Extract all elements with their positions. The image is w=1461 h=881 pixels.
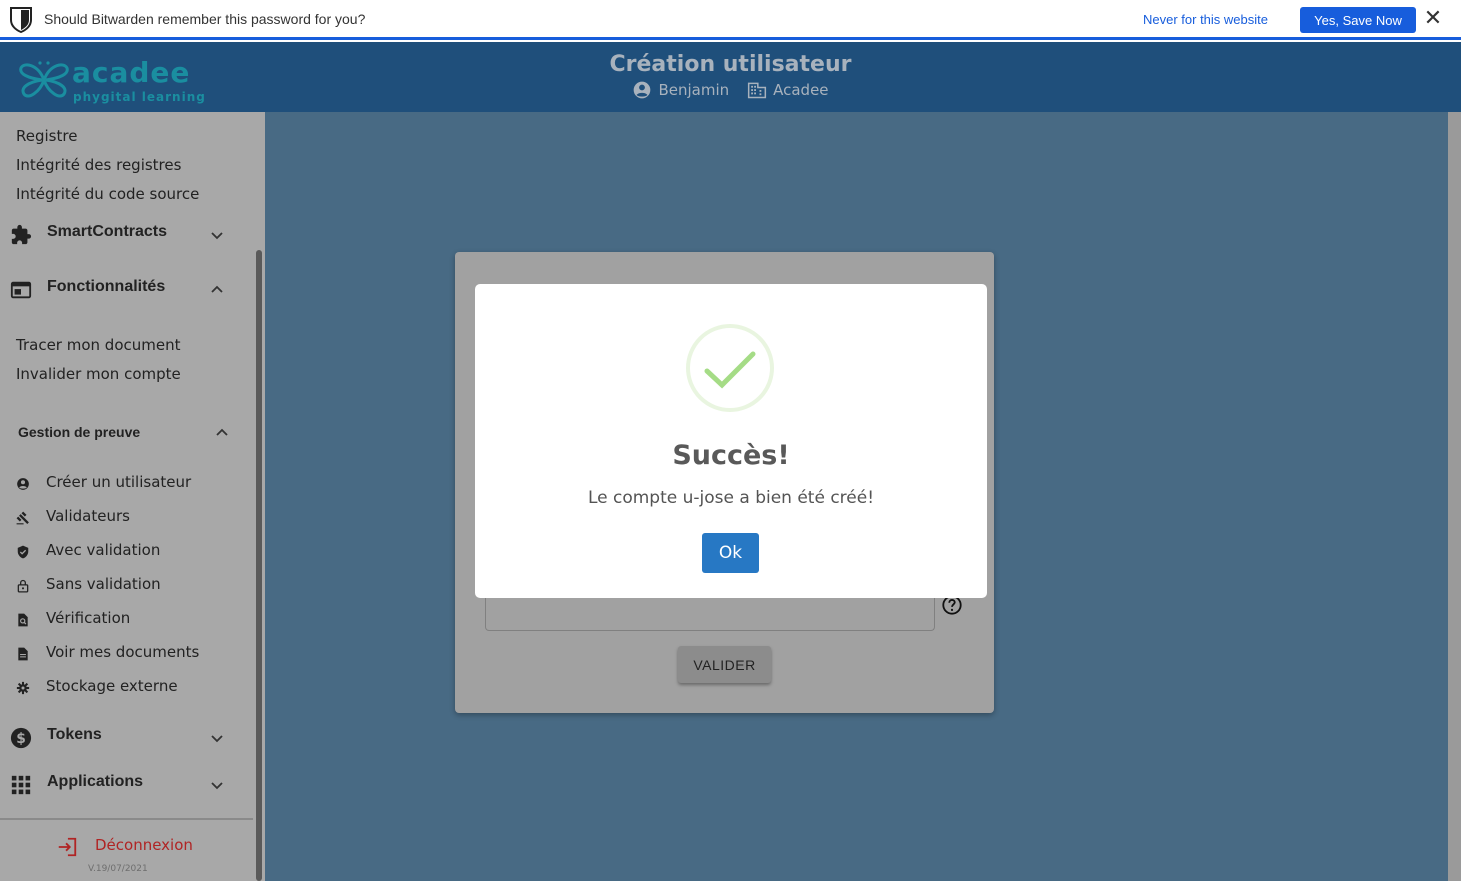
bitwarden-shield-icon xyxy=(10,7,32,33)
sidebar-item-voir-documents[interactable]: Voir mes documents xyxy=(0,641,250,667)
logout-button[interactable]: Déconnexion xyxy=(56,834,216,862)
document-icon xyxy=(18,647,28,661)
sidebar-section-smartcontracts[interactable]: SmartContracts xyxy=(0,217,250,251)
sidebar-link-integrite-code-source[interactable]: Intégrité du code source xyxy=(16,185,199,203)
account-circle-icon xyxy=(17,478,29,490)
dollar-coin-icon: $ xyxy=(10,727,32,749)
account-circle-icon xyxy=(634,81,651,99)
sidebar-scrollbar[interactable] xyxy=(256,250,262,881)
chevron-down-icon xyxy=(211,735,223,743)
sidebar-item-label: Sans validation xyxy=(46,575,161,593)
gear-icon xyxy=(16,681,30,695)
sidebar-item-label: Validateurs xyxy=(46,507,130,525)
lock-open-icon xyxy=(17,579,29,593)
sidebar-link-invalider-compte[interactable]: Invalider mon compte xyxy=(16,365,181,383)
dialog-message: Le compte u-jose a bien été créé! xyxy=(587,488,875,508)
sidebar-item-label: Avec validation xyxy=(46,541,161,559)
page-scrollbar[interactable] xyxy=(1448,112,1461,881)
logout-label: Déconnexion xyxy=(95,836,193,854)
ok-button[interactable]: Ok xyxy=(702,533,759,573)
current-organization-name: Acadee xyxy=(773,81,829,99)
chevron-down-icon xyxy=(211,232,223,240)
sidebar-section-label: Applications xyxy=(47,773,144,790)
svg-text:$: $ xyxy=(16,731,26,747)
chevron-down-icon xyxy=(211,782,223,790)
sidebar-item-avec-validation[interactable]: Avec validation xyxy=(0,539,250,565)
verified-shield-icon xyxy=(17,545,29,559)
close-icon[interactable]: ✕ xyxy=(1422,8,1444,32)
header-context: Benjamin Acadee xyxy=(0,80,1461,100)
chevron-up-icon xyxy=(211,285,223,293)
chevron-up-icon[interactable] xyxy=(214,425,230,441)
dialog-title: Succès! xyxy=(672,440,790,471)
sidebar-link-tracer-document[interactable]: Tracer mon document xyxy=(16,336,180,354)
sidebar-item-stockage-externe[interactable]: Stockage externe xyxy=(0,675,250,701)
find-document-icon xyxy=(18,613,28,627)
sidebar-section-tokens[interactable]: $ Tokens xyxy=(0,720,250,754)
puzzle-icon xyxy=(11,224,32,245)
building-icon xyxy=(748,82,767,99)
app-header: acadee phygital learning Création utilis… xyxy=(0,42,1461,112)
sidebar-item-validateurs[interactable]: Validateurs xyxy=(0,505,250,531)
gavel-icon xyxy=(16,511,29,525)
app-version: V.19/07/2021 xyxy=(88,864,148,874)
never-for-website-link[interactable]: Never for this website xyxy=(1143,12,1268,27)
apps-grid-icon xyxy=(11,775,31,795)
sidebar-subsection-gestion-preuve[interactable]: Gestion de preuve xyxy=(18,424,140,440)
sidebar-item-creer-utilisateur[interactable]: Créer un utilisateur xyxy=(0,471,250,497)
sidebar-link-registre[interactable]: Registre xyxy=(16,127,77,145)
bitwarden-prompt-text: Should Bitwarden remember this password … xyxy=(44,11,366,27)
sidebar-section-label: Fonctionnalités xyxy=(47,278,166,295)
sidebar-item-label: Créer un utilisateur xyxy=(46,473,192,491)
sidebar-section-fonctionnalites[interactable]: Fonctionnalités xyxy=(0,272,250,306)
validate-button[interactable]: VALIDER xyxy=(678,646,771,683)
sidebar-item-label: Stockage externe xyxy=(46,677,178,695)
page-title: Création utilisateur xyxy=(609,52,852,77)
sidebar-link-integrite-registres[interactable]: Intégrité des registres xyxy=(16,156,181,174)
sidebar-item-label: Vérification xyxy=(46,609,131,627)
current-user-name: Benjamin xyxy=(658,81,730,99)
sidebar-section-label: Tokens xyxy=(47,726,102,743)
web-window-icon xyxy=(10,281,32,299)
sidebar-item-label: Voir mes documents xyxy=(46,643,200,661)
sidebar-section-label: SmartContracts xyxy=(47,223,168,240)
sidebar-section-applications[interactable]: Applications xyxy=(0,767,250,801)
save-password-button[interactable]: Yes, Save Now xyxy=(1300,7,1416,33)
logout-icon xyxy=(58,837,77,857)
bitwarden-notification-bar: Should Bitwarden remember this password … xyxy=(0,0,1461,40)
success-check-icon xyxy=(686,324,774,412)
sidebar-item-sans-validation[interactable]: Sans validation xyxy=(0,573,250,599)
sidebar: Registre Intégrité des registres Intégri… xyxy=(0,112,265,881)
sidebar-item-verification[interactable]: Vérification xyxy=(0,607,250,633)
sidebar-divider xyxy=(0,818,253,820)
